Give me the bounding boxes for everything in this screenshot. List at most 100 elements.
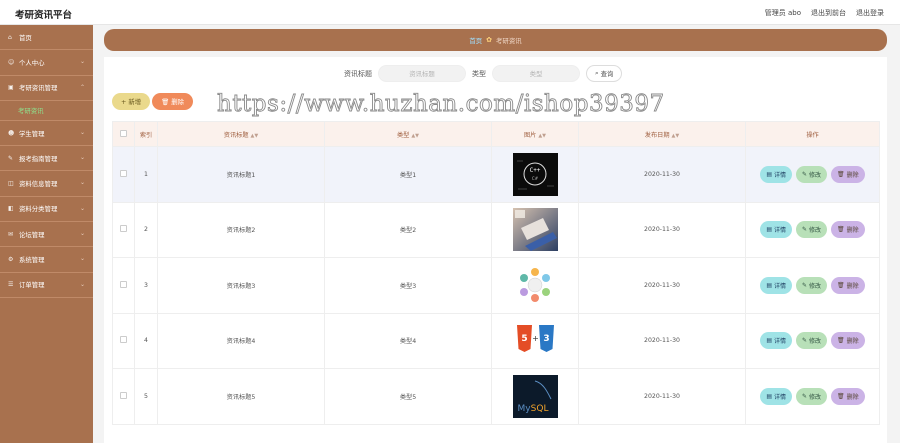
row-type: 类型4: [324, 312, 492, 369]
column-header-label: 图片: [523, 131, 537, 139]
add-button[interactable]: + 新增: [112, 93, 151, 110]
row-checkbox[interactable]: [112, 257, 135, 314]
row-checkbox[interactable]: [112, 312, 135, 369]
guide-icon: ✎: [8, 154, 14, 162]
sort-icon: ▲▼: [250, 132, 259, 139]
svg-text:C++: C++: [529, 167, 540, 174]
sidebar-item-profile[interactable]: ☺ 个人中心 ⌄: [0, 50, 93, 76]
row-image-cell: [491, 201, 579, 258]
edit-button-label: 修改: [809, 393, 822, 401]
delete-button-label: 删除: [846, 393, 859, 401]
sidebar-item-label: 首页: [19, 33, 32, 42]
column-header-type[interactable]: 类型 ▲▼: [324, 121, 492, 147]
edit-button[interactable]: ✎ 修改: [796, 387, 828, 405]
detail-button-label: 详情: [773, 338, 786, 346]
detail-icon: ▤: [766, 170, 772, 178]
news-table: 索引 资讯标题 ▲▼ 类型 ▲▼ 图片 ▲▼ 发布日期 ▲▼ 操作 1 资讯标题1 类型1 C…: [112, 121, 880, 425]
toolbar: + 新增 🗑 删除: [112, 93, 194, 110]
row-image-cell: MySQL: [491, 368, 579, 425]
table-body: 1 资讯标题1 类型1 C++ C# 2020-11-30 ▤ 详情 ✎ 修改 🗑 删除 2 资讯标题2 类…: [112, 146, 880, 425]
column-header-date[interactable]: 发布日期 ▲▼: [578, 121, 746, 147]
row-title: 资讯标题1: [157, 146, 325, 203]
query-button[interactable]: ⌕ 查询: [586, 65, 623, 82]
svg-text:3: 3: [543, 334, 549, 344]
sidebar-item-label: 订单管理: [19, 281, 45, 290]
admin-user-link[interactable]: 管理员 abo: [765, 8, 801, 18]
batch-delete-button[interactable]: 🗑 删除: [152, 93, 194, 110]
detail-button[interactable]: ▤ 详情: [760, 221, 792, 239]
breadcrumb-current: 考研资讯: [496, 36, 522, 45]
edit-button[interactable]: ✎ 修改: [796, 165, 828, 183]
row-actions: ▤ 详情 ✎ 修改 🗑 删除: [745, 257, 880, 314]
row-date: 2020-11-30: [578, 312, 746, 369]
sidebar-item-system[interactable]: ⚙ 系统管理 ⌄: [0, 247, 93, 273]
column-header-image[interactable]: 图片 ▲▼: [491, 121, 579, 147]
edit-button[interactable]: ✎ 修改: [796, 332, 828, 350]
row-checkbox[interactable]: [112, 368, 135, 425]
pencil-icon: ✎: [802, 392, 808, 400]
row-index: 5: [134, 368, 158, 425]
table-row[interactable]: 1 资讯标题1 类型1 C++ C# 2020-11-30 ▤ 详情 ✎ 修改 🗑 删除: [112, 146, 880, 203]
type-filter-input[interactable]: 类型: [492, 65, 580, 82]
table-header-row: 索引 资讯标题 ▲▼ 类型 ▲▼ 图片 ▲▼ 发布日期 ▲▼ 操作: [112, 121, 880, 147]
chevron-down-icon: ⌄: [79, 230, 85, 238]
detail-button[interactable]: ▤ 详情: [760, 387, 792, 405]
select-all-checkbox[interactable]: [112, 121, 135, 147]
sidebar-item-categories[interactable]: ◧ 资料分类管理 ⌄: [0, 197, 93, 223]
svg-text:+: +: [532, 334, 539, 343]
edit-button-label: 修改: [809, 171, 822, 179]
logout-link[interactable]: 退出登录: [856, 8, 884, 18]
table-row[interactable]: 4 资讯标题4 类型4 5 +3 2020-11-30 ▤ 详情 ✎ 修改 🗑 删除: [112, 312, 880, 369]
sidebar: ⌂ 首页 ☺ 个人中心 ⌄ ▣ 考研资讯管理 ⌃ 考研资讯 ☻ 学生管理 ⌄ ✎…: [0, 25, 93, 443]
column-header-index: 索引: [134, 121, 158, 147]
sidebar-item-orders[interactable]: ☰ 订单管理 ⌄: [0, 273, 93, 298]
breadcrumb-home[interactable]: 首页: [469, 36, 482, 45]
sidebar-item-students[interactable]: ☻ 学生管理 ⌄: [0, 121, 93, 147]
edit-button[interactable]: ✎ 修改: [796, 221, 828, 239]
row-checkbox[interactable]: [112, 201, 135, 258]
sidebar-subitem-news[interactable]: 考研资讯: [0, 101, 93, 121]
title-filter-input[interactable]: 资讯标题: [378, 65, 466, 82]
laptop-image[interactable]: [512, 208, 558, 252]
row-index: 1: [134, 146, 158, 203]
category-icon: ◧: [8, 205, 14, 213]
sidebar-item-guide[interactable]: ✎ 报考指南管理 ⌄: [0, 146, 93, 172]
table-row[interactable]: 5 资讯标题5 类型5 MySQL 2020-11-30 ▤ 详情 ✎ 修改 🗑 删除: [112, 368, 880, 425]
svg-text:C#: C#: [531, 176, 538, 181]
detail-button-label: 详情: [773, 393, 786, 401]
row-image-cell: C++ C#: [491, 146, 579, 203]
detail-button[interactable]: ▤ 详情: [760, 332, 792, 350]
sidebar-item-label: 资料信息管理: [19, 180, 58, 189]
diagram-image[interactable]: [512, 263, 558, 307]
delete-button[interactable]: 🗑 删除: [831, 332, 865, 350]
trash-icon: 🗑: [837, 392, 845, 400]
sidebar-item-label: 考研资讯管理: [19, 84, 58, 93]
edit-button[interactable]: ✎ 修改: [796, 276, 828, 294]
sidebar-item-label: 资料分类管理: [19, 205, 58, 214]
table-row[interactable]: 2 资讯标题2 类型2 2020-11-30 ▤ 详情 ✎ 修改 🗑 删除: [112, 201, 880, 258]
row-checkbox[interactable]: [112, 146, 135, 203]
delete-button[interactable]: 🗑 删除: [831, 387, 865, 405]
table-row[interactable]: 3 资讯标题3 类型3 2020-11-30 ▤ 详情 ✎ 修改 🗑 删除: [112, 257, 880, 314]
cpp-image[interactable]: C++ C#: [512, 152, 558, 196]
detail-button-label: 详情: [773, 171, 786, 179]
exit-to-frontend-link[interactable]: 退出到前台: [811, 8, 846, 18]
mysql-image[interactable]: MySQL: [512, 374, 558, 418]
delete-button[interactable]: 🗑 删除: [831, 276, 865, 294]
detail-button[interactable]: ▤ 详情: [760, 276, 792, 294]
user-icon: ☺: [8, 58, 15, 66]
column-header-title[interactable]: 资讯标题 ▲▼: [157, 121, 325, 147]
chevron-down-icon: ⌄: [79, 179, 85, 187]
breadcrumb-separator-icon: ✿: [486, 36, 493, 44]
sidebar-item-label: 报考指南管理: [19, 154, 58, 163]
main-content: 首页 ✿ 考研资讯 资讯标题 资讯标题 类型 类型 ⌕ 查询 + 新增 🗑 删除…: [93, 25, 900, 443]
sidebar-item-home[interactable]: ⌂ 首页: [0, 25, 93, 51]
sidebar-item-materials[interactable]: ◫ 资料信息管理 ⌄: [0, 171, 93, 197]
chevron-down-icon: ⌄: [79, 128, 85, 136]
delete-button[interactable]: 🗑 删除: [831, 165, 865, 183]
detail-button[interactable]: ▤ 详情: [760, 165, 792, 183]
delete-button[interactable]: 🗑 删除: [831, 221, 865, 239]
sidebar-item-forum[interactable]: ✉ 论坛管理 ⌄: [0, 222, 93, 248]
html-css-image[interactable]: 5 +3: [512, 319, 558, 363]
sidebar-item-news-admin[interactable]: ▣ 考研资讯管理 ⌃: [0, 76, 93, 101]
